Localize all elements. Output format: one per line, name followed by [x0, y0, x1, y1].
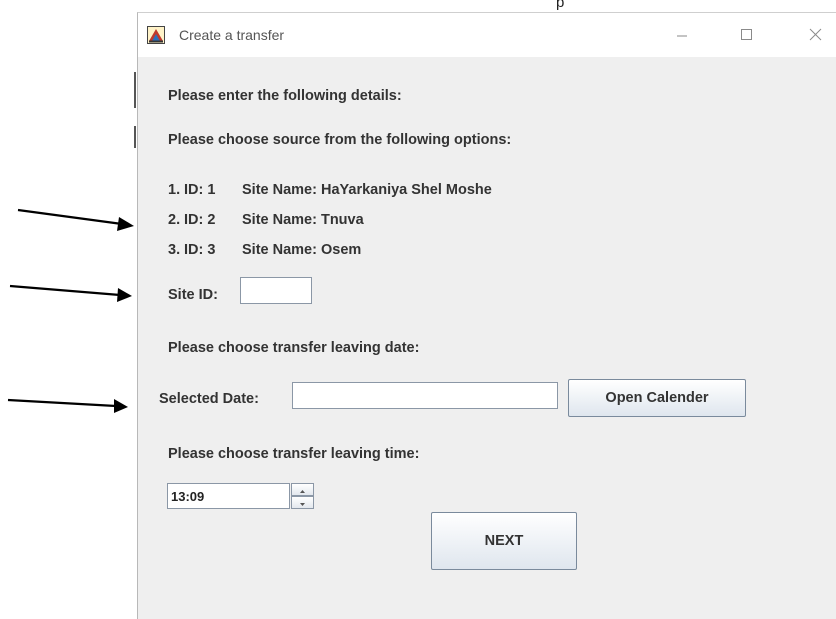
open-calendar-button[interactable]: Open Calender [568, 379, 746, 417]
site-option-id: ID: 3 [184, 242, 216, 258]
close-icon [809, 28, 822, 41]
site-option-name: Site Name: Osem [242, 242, 362, 258]
site-option-number: 1. [168, 182, 181, 198]
site-id-label: Site ID: [168, 287, 218, 303]
cropped-text-fragment: p [556, 0, 565, 11]
time-spinner [167, 483, 314, 509]
site-option-id: ID: 1 [184, 182, 216, 198]
intro-label: Please enter the following details: [168, 88, 402, 104]
maximize-icon [741, 29, 752, 40]
title-bar[interactable]: Create a transfer [138, 13, 836, 57]
close-button[interactable] [793, 17, 836, 53]
site-option-number: 2. [168, 212, 181, 228]
time-decrement-button[interactable] [291, 496, 314, 509]
site-option-id: ID: 2 [184, 212, 216, 228]
date-prompt-label: Please choose transfer leaving date: [168, 340, 420, 356]
site-option-name: Site Name: HaYarkaniya Shel Moshe [242, 182, 492, 198]
arrow-selected-date [7, 398, 128, 413]
chevron-down-icon [300, 503, 305, 506]
site-option-number: 3. [168, 242, 181, 258]
selected-date-input[interactable] [292, 382, 558, 409]
site-option-name: Site Name: Tnuva [242, 212, 364, 228]
time-input[interactable] [167, 483, 290, 509]
minimize-button[interactable] [660, 17, 704, 53]
java-app-icon [147, 26, 165, 44]
minimize-icon [677, 35, 687, 37]
time-increment-button[interactable] [291, 483, 314, 496]
create-transfer-window: Create a transfer Please enter the follo… [137, 12, 836, 619]
time-prompt-label: Please choose transfer leaving time: [168, 446, 420, 462]
maximize-button[interactable] [724, 17, 768, 53]
arrow-site-id [9, 284, 132, 302]
next-button[interactable]: NEXT [431, 512, 577, 570]
window-title: Create a transfer [179, 27, 285, 43]
annotation-arrows [7, 208, 134, 413]
selected-date-label: Selected Date: [159, 391, 259, 407]
site-id-input[interactable] [240, 277, 312, 304]
source-prompt-label: Please choose source from the following … [168, 132, 512, 148]
arrow-site-list [17, 208, 134, 231]
